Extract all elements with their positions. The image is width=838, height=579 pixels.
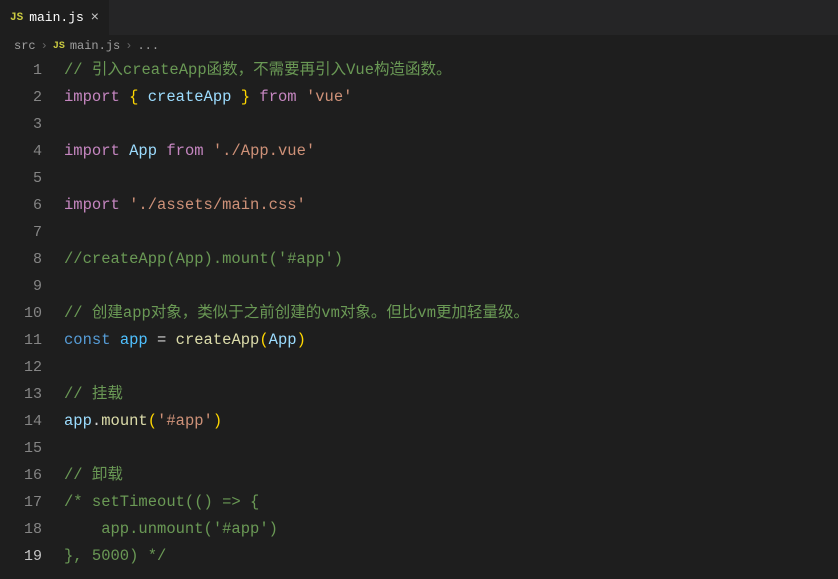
token: ) — [213, 412, 222, 430]
code-line[interactable]: const app = createApp(App) — [64, 327, 838, 354]
code-line[interactable] — [64, 111, 838, 138]
token: // 引入createApp函数，不需要再引入Vue构造函数。 — [64, 61, 452, 79]
token: // 挂载 — [64, 385, 123, 403]
line-number: 7 — [0, 219, 42, 246]
token: from — [166, 142, 203, 160]
token: /* setTimeout(() => { — [64, 493, 259, 511]
code-line[interactable]: app.unmount('#app') — [64, 516, 838, 543]
code-line[interactable] — [64, 219, 838, 246]
code-line[interactable]: // 挂载 — [64, 381, 838, 408]
breadcrumb-part[interactable]: main.js — [70, 39, 120, 53]
token: ( — [259, 331, 268, 349]
editor[interactable]: 12345678910111213141516171819 // 引入creat… — [0, 57, 838, 579]
token — [120, 196, 129, 214]
line-number: 2 — [0, 84, 42, 111]
token: 'vue' — [306, 88, 353, 106]
line-number: 3 — [0, 111, 42, 138]
token — [297, 88, 306, 106]
token: import — [64, 196, 120, 214]
line-number: 11 — [0, 327, 42, 354]
token: createApp — [176, 331, 260, 349]
token: ( — [148, 412, 157, 430]
token: }, 5000) */ — [64, 547, 166, 565]
token: = — [148, 331, 176, 349]
line-number: 10 — [0, 300, 42, 327]
line-number: 14 — [0, 408, 42, 435]
token: app — [64, 412, 92, 430]
tab-label: main.js — [29, 10, 84, 25]
line-number: 13 — [0, 381, 42, 408]
breadcrumb[interactable]: src › JS main.js › ... — [0, 35, 838, 57]
token: // 创建app对象，类似于之前创建的vm对象。但比vm更加轻量级。 — [64, 304, 529, 322]
code-line[interactable]: // 卸载 — [64, 462, 838, 489]
line-number: 17 — [0, 489, 42, 516]
token: //createApp(App).mount('#app') — [64, 250, 343, 268]
code-line[interactable] — [64, 354, 838, 381]
code-line[interactable]: //createApp(App).mount('#app') — [64, 246, 838, 273]
token: createApp — [148, 88, 232, 106]
line-number: 9 — [0, 273, 42, 300]
code-line[interactable] — [64, 273, 838, 300]
token: app — [120, 331, 148, 349]
code-line[interactable]: import App from './App.vue' — [64, 138, 838, 165]
close-icon[interactable]: × — [91, 10, 99, 26]
code-line[interactable]: app.mount('#app') — [64, 408, 838, 435]
token: import — [64, 88, 120, 106]
token: App — [129, 142, 157, 160]
token: '#app' — [157, 412, 213, 430]
code-line[interactable]: }, 5000) */ — [64, 543, 838, 570]
token — [120, 88, 129, 106]
code-line[interactable] — [64, 165, 838, 192]
token: './assets/main.css' — [129, 196, 306, 214]
code-line[interactable]: // 创建app对象，类似于之前创建的vm对象。但比vm更加轻量级。 — [64, 300, 838, 327]
line-number: 16 — [0, 462, 42, 489]
line-number: 18 — [0, 516, 42, 543]
line-number: 8 — [0, 246, 42, 273]
token: mount — [101, 412, 148, 430]
token — [138, 88, 147, 106]
line-number: 5 — [0, 165, 42, 192]
token: app.unmount('#app') — [64, 520, 278, 538]
token: . — [92, 412, 101, 430]
line-number: 19 — [0, 543, 42, 570]
tab-bar: JS main.js × — [0, 0, 838, 35]
token: App — [269, 331, 297, 349]
code-line[interactable]: import { createApp } from 'vue' — [64, 84, 838, 111]
tab-main-js[interactable]: JS main.js × — [0, 0, 110, 35]
breadcrumb-part[interactable]: ... — [137, 39, 159, 53]
code-line[interactable] — [64, 435, 838, 462]
line-number-gutter: 12345678910111213141516171819 — [0, 57, 60, 579]
code-line[interactable]: // 引入createApp函数，不需要再引入Vue构造函数。 — [64, 57, 838, 84]
code-area[interactable]: // 引入createApp函数，不需要再引入Vue构造函数。 import { … — [60, 57, 838, 579]
line-number: 4 — [0, 138, 42, 165]
token — [204, 142, 213, 160]
token: } — [241, 88, 250, 106]
token — [111, 331, 120, 349]
chevron-right-icon: › — [41, 39, 48, 53]
js-file-icon: JS — [10, 12, 23, 24]
line-number: 15 — [0, 435, 42, 462]
token: from — [259, 88, 296, 106]
chevron-right-icon: › — [125, 39, 132, 53]
token: import — [64, 142, 120, 160]
token: const — [64, 331, 111, 349]
token — [157, 142, 166, 160]
token — [250, 88, 259, 106]
token — [231, 88, 240, 106]
token: // 卸载 — [64, 466, 123, 484]
code-line[interactable]: /* setTimeout(() => { — [64, 489, 838, 516]
line-number: 1 — [0, 57, 42, 84]
token: ) — [297, 331, 306, 349]
code-line[interactable]: import './assets/main.css' — [64, 192, 838, 219]
token — [120, 142, 129, 160]
js-file-icon: JS — [53, 41, 65, 52]
line-number: 6 — [0, 192, 42, 219]
line-number: 12 — [0, 354, 42, 381]
breadcrumb-part[interactable]: src — [14, 39, 36, 53]
token: './App.vue' — [213, 142, 315, 160]
